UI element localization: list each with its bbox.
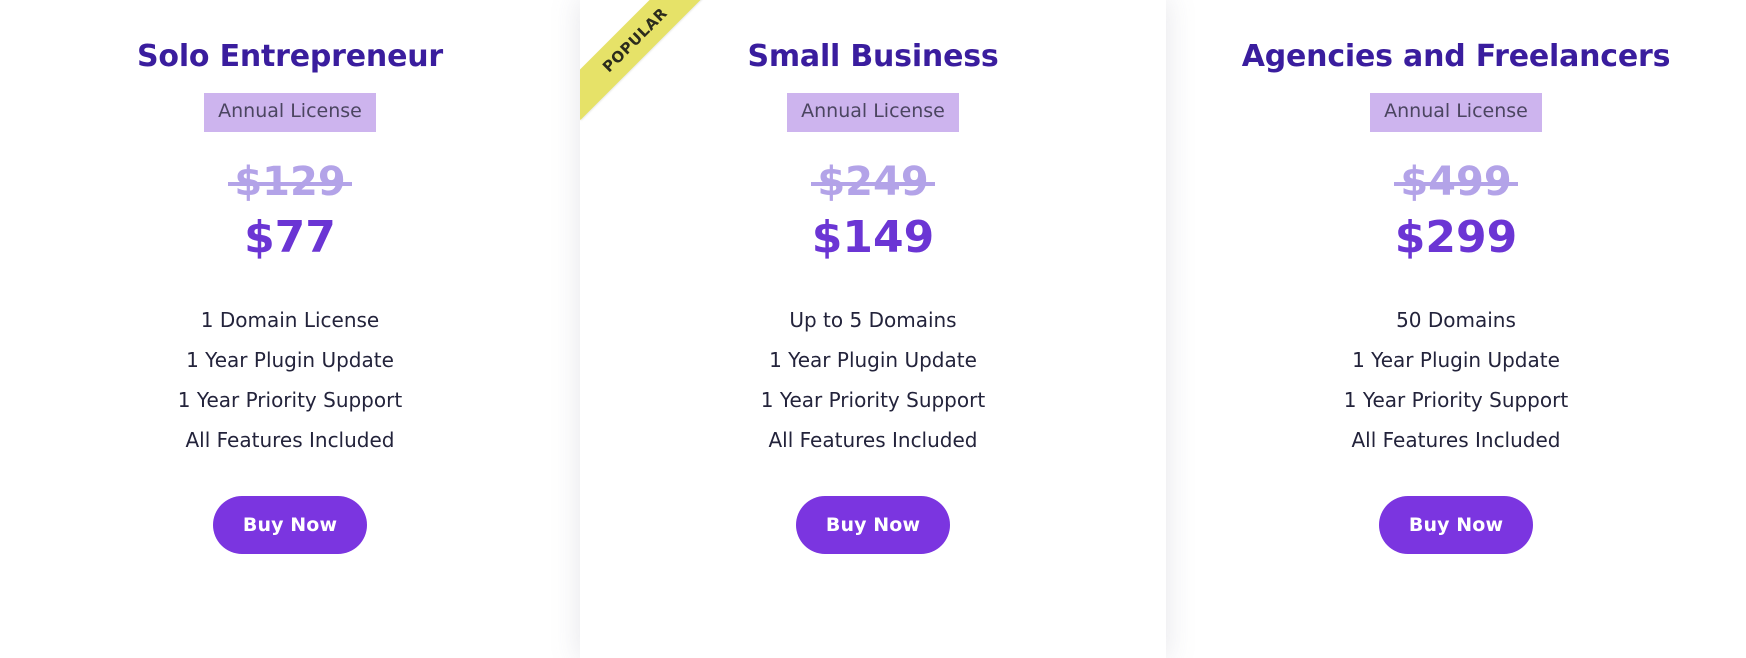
buy-now-button[interactable]: Buy Now <box>212 495 368 554</box>
feature-item: 1 Year Plugin Update <box>186 347 394 372</box>
original-price: $499 <box>1394 158 1519 205</box>
buy-now-button[interactable]: Buy Now <box>1378 495 1534 554</box>
license-badge: Annual License <box>1370 92 1542 132</box>
feature-item: All Features Included <box>1351 427 1561 452</box>
current-price: $149 <box>811 211 935 263</box>
buy-now-button[interactable]: Buy Now <box>795 495 951 554</box>
feature-item: 1 Year Plugin Update <box>1352 347 1560 372</box>
pricing-table: Solo Entrepreneur Annual License $129 $7… <box>0 0 1746 658</box>
pricing-card-small-business: POPULAR Small Business Annual License $2… <box>580 0 1166 658</box>
plan-title: Solo Entrepreneur <box>137 39 443 74</box>
pricing-card-solo-entrepreneur: Solo Entrepreneur Annual License $129 $7… <box>0 0 580 658</box>
plan-title: Agencies and Freelancers <box>1241 39 1671 74</box>
feature-item: Up to 5 Domains <box>789 307 957 332</box>
popular-ribbon: POPULAR <box>580 0 730 150</box>
feature-item: 50 Domains <box>1396 307 1516 332</box>
plan-title: Small Business <box>747 39 999 74</box>
current-price: $77 <box>244 211 336 263</box>
license-badge: Annual License <box>204 92 376 132</box>
original-price: $249 <box>811 158 936 205</box>
feature-item: 1 Year Priority Support <box>177 387 403 412</box>
pricing-card-agencies-and-freelancers: Agencies and Freelancers Annual License … <box>1166 0 1746 658</box>
original-price: $129 <box>228 158 353 205</box>
feature-item: All Features Included <box>185 427 395 452</box>
current-price: $299 <box>1394 211 1518 263</box>
feature-item: 1 Year Priority Support <box>1343 387 1569 412</box>
feature-item: 1 Year Plugin Update <box>769 347 977 372</box>
popular-ribbon-label: POPULAR <box>598 3 672 77</box>
feature-item: 1 Domain License <box>200 307 380 332</box>
popular-ribbon-band: POPULAR <box>580 0 715 120</box>
feature-list: 50 Domains 1 Year Plugin Update 1 Year P… <box>1344 300 1568 460</box>
feature-item: All Features Included <box>768 427 978 452</box>
license-badge: Annual License <box>787 92 959 132</box>
feature-list: Up to 5 Domains 1 Year Plugin Update 1 Y… <box>761 300 985 460</box>
feature-list: 1 Domain License 1 Year Plugin Update 1 … <box>178 300 402 460</box>
feature-item: 1 Year Priority Support <box>760 387 986 412</box>
